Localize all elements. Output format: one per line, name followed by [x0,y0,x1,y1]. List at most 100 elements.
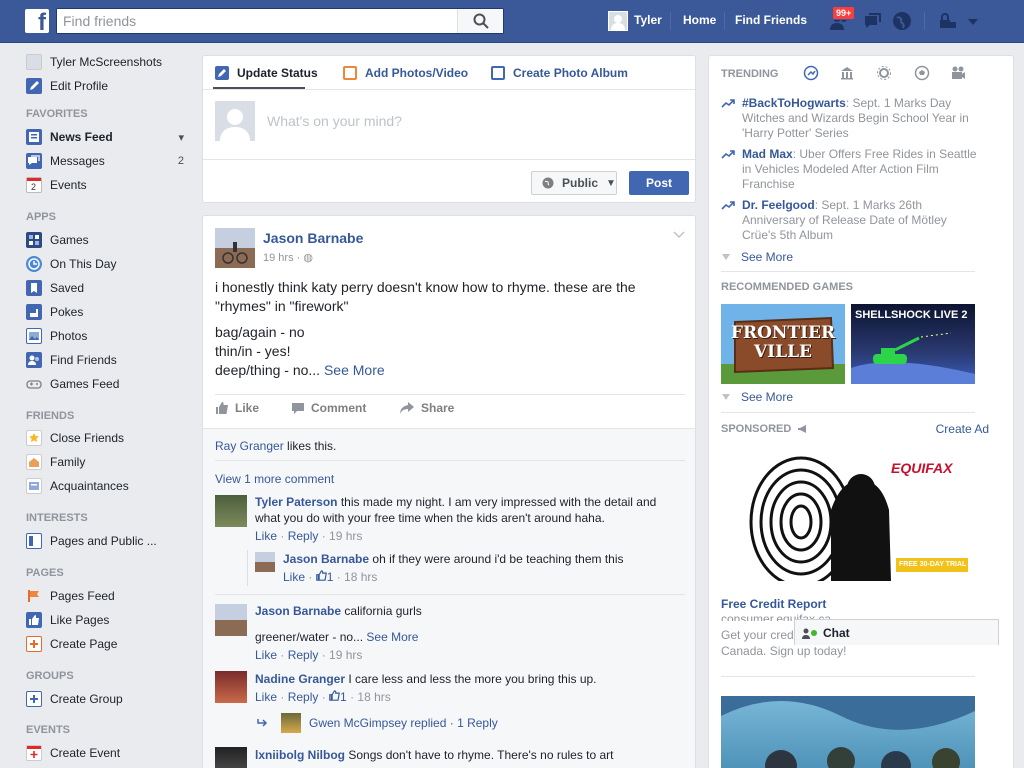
tab-update-status[interactable]: Update Status [215,66,318,80]
sidebar-item-pages-feed[interactable]: Pages Feed [26,587,196,605]
sidebar-item-create-page[interactable]: Create Page [26,635,196,653]
trending-item[interactable]: Dr. Feelgood: Sept. 1 Marks 26th Anniver… [721,198,983,243]
comment-author-link[interactable]: Tyler Paterson [255,495,337,509]
sidebar-item-create-group[interactable]: Create Group [26,690,196,708]
user-avatar-icon [26,54,42,70]
comment-avatar[interactable] [215,495,247,527]
game-tile-shellshock-live-2[interactable]: SHELLSHOCK LIVE 2 [851,304,975,384]
create-ad-link[interactable]: Create Ad [936,422,989,436]
sidebar-item-games[interactable]: Games [26,231,196,249]
comment-author-link[interactable]: Jason Barnabe [255,604,341,618]
science-gear-icon[interactable] [876,65,892,81]
tab-create-photo-album[interactable]: Create Photo Album [491,66,628,80]
comment-button[interactable]: Comment [291,401,366,415]
facebook-logo[interactable]: f [25,9,49,36]
comment-avatar[interactable] [215,604,247,636]
liker-name-link[interactable]: Ray Granger [215,439,284,453]
status-input[interactable]: What's on your mind? [267,113,402,129]
post-button[interactable]: Post [629,171,689,195]
profile-name-link[interactable]: Tyler [634,13,662,27]
sports-ball-icon[interactable] [914,65,930,81]
default-avatar-icon [220,109,250,141]
comment-reply-link[interactable]: Reply [288,529,319,543]
comment-author-link[interactable]: Nadine Granger [255,672,345,686]
post-options-button[interactable] [673,228,685,242]
see-more-link[interactable]: See More [366,630,418,644]
comment-reply-link[interactable]: Reply [288,690,319,704]
see-more-link[interactable]: See More [324,362,385,378]
sponsored-ad-image-2[interactable] [721,696,975,768]
comment-time[interactable]: 18 hrs [357,690,390,704]
view-more-comments-link[interactable]: View 1 more comment [215,471,334,487]
options-caret-icon[interactable]: ▾ [178,131,184,144]
comment-reply-link[interactable]: Reply [288,648,319,662]
comment-like-link[interactable]: Like [255,529,277,543]
comment-like-link[interactable]: Like [283,570,305,584]
sidebar-item-create-event[interactable]: Create Event [26,744,196,762]
comment-like-count[interactable]: 1 [329,690,347,704]
post-author-name[interactable]: Jason Barnabe [263,230,363,246]
comment-author-link[interactable]: lxniibolg Nilbog [255,748,345,762]
search-input[interactable] [57,9,457,33]
entertainment-camera-icon[interactable] [950,65,966,81]
find-friends-link[interactable]: Find Friends [735,13,807,27]
account-menu-button[interactable] [966,11,988,31]
sidebar-item-news-feed[interactable]: News Feed ▾ [26,128,196,146]
sidebar-item-saved[interactable]: Saved [26,279,196,297]
comment-author-link[interactable]: Jason Barnabe [283,552,369,566]
edit-profile-link[interactable]: Edit Profile [26,77,196,95]
sidebar-item-games-feed[interactable]: Games Feed [26,375,196,393]
trending-item[interactable]: #BackToHogwarts: Sept. 1 Marks Day Witch… [721,96,983,141]
trending-see-more-link[interactable]: See More [721,250,793,264]
audience-selector-button[interactable]: Public ▼ [531,171,617,195]
comment-like-link[interactable]: Like [255,690,277,704]
comment-avatar[interactable] [215,747,247,768]
sponsored-ad-image[interactable]: EQUIFAX FREE 30-DAY TRIAL [721,450,975,581]
reply-avatar[interactable] [255,552,275,572]
like-button[interactable]: Like [215,401,259,415]
comment-like-count[interactable]: 1 [315,570,333,584]
comment-like-link[interactable]: Like [255,648,277,662]
sidebar-item-find-friends[interactable]: Find Friends [26,351,196,369]
chat-bar[interactable]: Chat [794,619,999,645]
top-navigation-bar: f Tyler Home Find Friends 99+ [0,0,1024,43]
privacy-shortcuts-button[interactable] [938,11,960,31]
comment-avatar[interactable] [215,671,247,703]
comment-time[interactable]: 19 hrs [329,529,362,543]
messages-button[interactable] [861,11,883,31]
tab-add-photos-video[interactable]: Add Photos/Video [343,66,468,80]
notifications-button[interactable] [892,11,914,31]
sidebar-item-messages[interactable]: Messages 2 [26,152,196,170]
sidebar-item-close-friends[interactable]: Close Friends [26,429,196,447]
author-avatar[interactable] [215,228,255,268]
post-time[interactable]: 19 hrs · [263,252,300,264]
sidebar-item-photos[interactable]: Photos [26,327,196,345]
sidebar-item-events[interactable]: 2 Events [26,176,196,194]
sponsored-label: SPONSORED [721,423,792,435]
profile-avatar[interactable] [608,11,628,31]
sidebar-item-acquaintances[interactable]: Acquaintances [26,477,196,495]
search-button[interactable] [457,9,503,33]
sidebar-item-family[interactable]: Family [26,453,196,471]
ad-title-link[interactable]: Free Credit Report [721,596,826,612]
search-box[interactable] [56,8,504,34]
view-replies-link[interactable]: Gwen McGimpsey replied · 1 Reply [257,713,498,733]
trending-top-icon[interactable] [803,65,819,81]
games-icon [26,232,42,248]
sidebar-item-label: Pokes [50,305,84,319]
politics-building-icon[interactable] [839,65,855,81]
home-link[interactable]: Home [683,13,716,27]
trending-item[interactable]: Mad Max: Uber Offers Free Rides in Seatt… [721,147,983,192]
sidebar-item-pokes[interactable]: Pokes [26,303,196,321]
games-see-more-link[interactable]: See More [721,390,793,404]
comment-actions: Like · Reply · 1 · 18 hrs [255,690,391,704]
sidebar-item-like-pages[interactable]: Like Pages [26,611,196,629]
game-tile-frontierville[interactable]: FRONTIER VILLE [721,304,845,384]
sidebar-item-on-this-day[interactable]: On This Day [26,255,196,273]
share-button[interactable]: Share [399,401,454,415]
comment-time[interactable]: 19 hrs [329,648,362,662]
sidebar-item-pages-and-public-figures[interactable]: Pages and Public ... [26,532,196,550]
section-favorites: FAVORITES [26,108,88,120]
profile-link[interactable]: Tyler McScreenshots [26,53,196,71]
comment-time[interactable]: 18 hrs [344,570,377,584]
